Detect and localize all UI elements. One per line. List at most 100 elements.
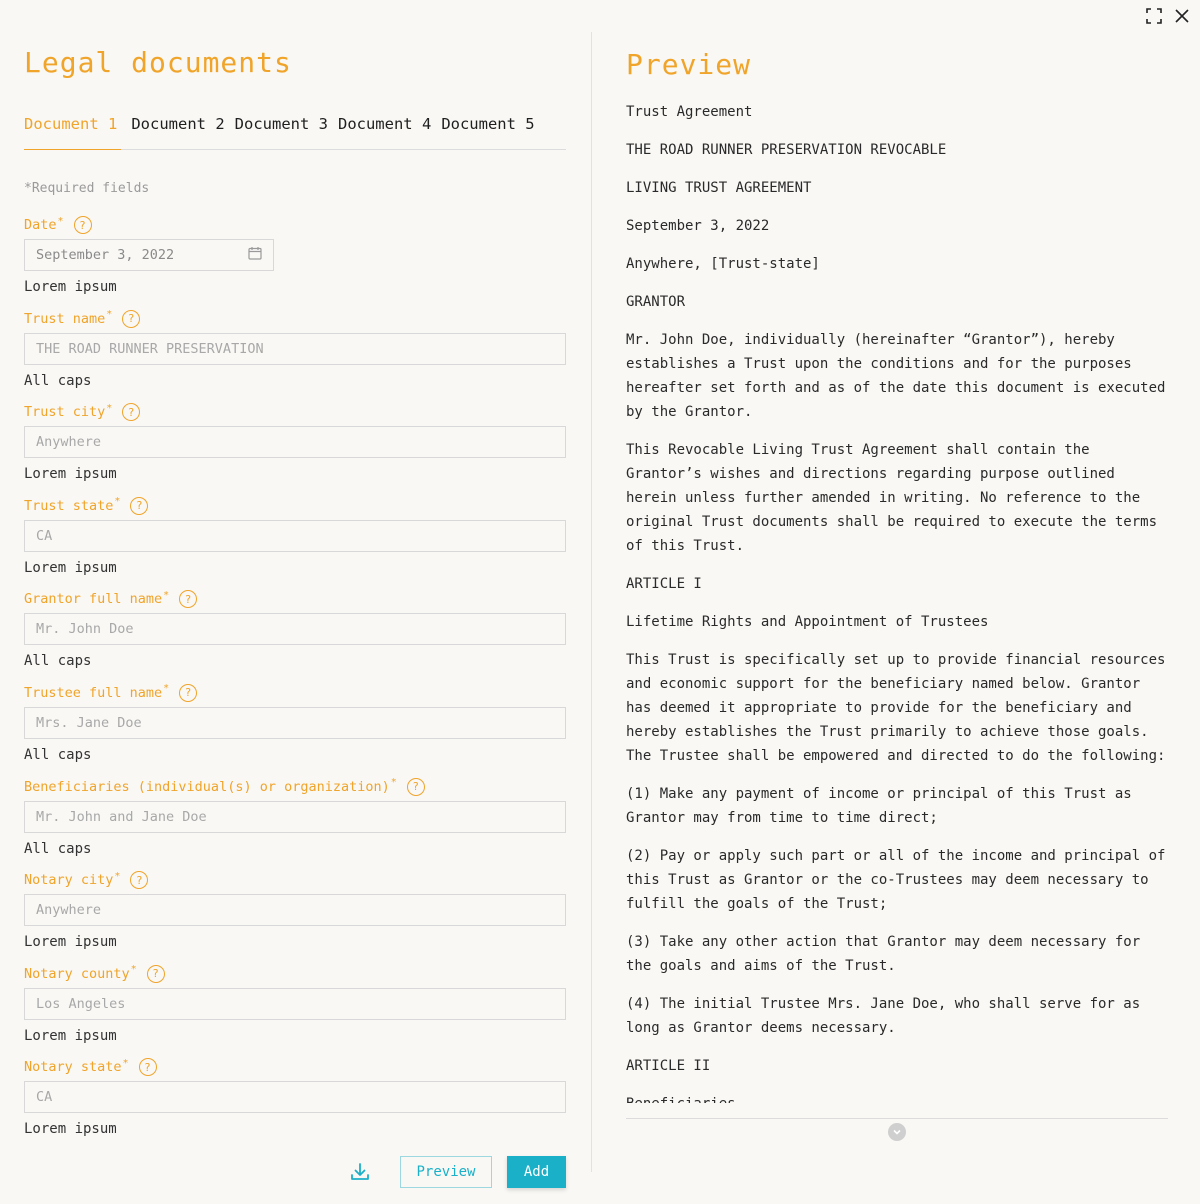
field-trust-state: Trust state* ? Lorem ipsum xyxy=(24,496,566,590)
tab-document-5[interactable]: Document 5 xyxy=(441,110,534,150)
doc-paragraph: This Revocable Living Trust Agreement sh… xyxy=(626,442,1158,554)
help-icon[interactable]: ? xyxy=(146,964,165,983)
doc-paragraph: (3) Take any other action that Grantor m… xyxy=(626,934,1141,974)
field-hint: Lorem ipsum xyxy=(24,559,117,576)
doc-line: LIVING TRUST AGREEMENT xyxy=(626,180,812,196)
field-notary-city: Notary city* ? Lorem ipsum xyxy=(24,870,566,964)
required-star: * xyxy=(57,215,64,227)
field-label: Trust name xyxy=(24,310,106,327)
input-wrapper xyxy=(24,987,566,1020)
doc-location: Anywhere, [Trust-state] xyxy=(626,256,820,272)
trust-name-input[interactable] xyxy=(36,340,554,357)
field-hint: Lorem ipsum xyxy=(24,934,117,951)
help-icon[interactable]: ? xyxy=(130,871,149,890)
trustee-name-input[interactable] xyxy=(36,714,554,731)
preview-panel: Preview Trust Agreement THE ROAD RUNNER … xyxy=(626,0,1168,1204)
panel-divider xyxy=(591,32,592,1172)
required-star: * xyxy=(106,309,113,321)
help-icon[interactable]: ? xyxy=(179,683,198,702)
field-label: Beneficiaries (individual(s) or organiza… xyxy=(24,778,390,795)
required-star: * xyxy=(163,683,170,695)
tab-document-2[interactable]: Document 2 xyxy=(131,110,224,150)
field-hint: Lorem ipsum xyxy=(24,1121,117,1138)
field-label: Trust city xyxy=(24,404,106,421)
doc-paragraph: This Trust is specifically set up to pro… xyxy=(626,652,1166,764)
date-input[interactable] xyxy=(36,247,248,263)
field-date: Date* ? Lorem ipsum xyxy=(24,215,566,309)
required-star: * xyxy=(114,496,121,508)
field-hint: Lorem ipsum xyxy=(24,466,117,483)
doc-subheading: Lifetime Rights and Appointment of Trust… xyxy=(626,614,989,630)
field-label: Trustee full name xyxy=(24,684,163,701)
input-wrapper xyxy=(24,894,566,927)
field-trust-name: Trust name* ? All caps xyxy=(24,309,566,403)
calendar-icon[interactable] xyxy=(248,246,262,264)
field-label: Notary county xyxy=(24,965,130,982)
field-hint: Lorem ipsum xyxy=(24,279,117,295)
help-icon[interactable]: ? xyxy=(122,403,141,422)
notary-state-input[interactable] xyxy=(36,1089,554,1106)
field-hint: All caps xyxy=(24,746,92,763)
field-trustee-full-name: Trustee full name* ? All caps xyxy=(24,683,566,777)
required-fields-note: *Required fields xyxy=(24,181,150,196)
doc-paragraph: (4) The initial Trustee Mrs. Jane Doe, w… xyxy=(626,996,1141,1036)
help-icon[interactable]: ? xyxy=(130,496,149,515)
input-wrapper xyxy=(24,426,566,459)
field-label: Date xyxy=(24,217,57,233)
field-label: Notary city xyxy=(24,872,114,889)
trust-city-input[interactable] xyxy=(36,434,554,451)
help-icon[interactable]: ? xyxy=(179,590,198,609)
tab-document-1[interactable]: Document 1 xyxy=(24,110,122,150)
document-tabs: Document 1 Document 2 Document 3 Documen… xyxy=(24,110,566,150)
scroll-down-icon[interactable] xyxy=(888,1123,906,1141)
document-preview[interactable]: Trust Agreement THE ROAD RUNNER PRESERVA… xyxy=(626,100,1168,1103)
preview-button[interactable]: Preview xyxy=(400,1156,492,1188)
notary-city-input[interactable] xyxy=(36,902,554,919)
field-hint: All caps xyxy=(24,372,92,389)
doc-section-heading: ARTICLE I xyxy=(626,576,702,592)
field-label: Trust state xyxy=(24,497,114,514)
required-star: * xyxy=(106,402,113,414)
doc-heading: Trust Agreement xyxy=(626,104,753,120)
doc-line: THE ROAD RUNNER PRESERVATION REVOCABLE xyxy=(626,142,947,158)
help-icon[interactable]: ? xyxy=(122,309,141,328)
field-label: Grantor full name xyxy=(24,591,163,608)
field-hint: All caps xyxy=(24,653,92,670)
form-actions: Preview Add xyxy=(24,1156,566,1188)
beneficiaries-input[interactable] xyxy=(36,808,554,825)
page-title: Legal documents xyxy=(24,46,292,79)
trust-state-input[interactable] xyxy=(36,527,554,544)
field-notary-county: Notary county* ? Lorem ipsum xyxy=(24,964,566,1058)
field-grantor-full-name: Grantor full name* ? All caps xyxy=(24,589,566,683)
form-fields: Date* ? Lorem ipsum Trust name* ? All ca… xyxy=(24,215,566,1151)
close-icon[interactable] xyxy=(1172,6,1192,26)
input-wrapper xyxy=(24,519,566,552)
required-star: * xyxy=(130,964,137,976)
field-label: Notary state xyxy=(24,1059,122,1076)
required-star: * xyxy=(163,589,170,601)
preview-footer xyxy=(626,1118,1168,1141)
required-star: * xyxy=(122,1057,129,1069)
notary-county-input[interactable] xyxy=(36,995,554,1012)
grantor-name-input[interactable] xyxy=(36,621,554,638)
add-button[interactable]: Add xyxy=(507,1156,566,1188)
required-star: * xyxy=(390,777,397,789)
preview-title: Preview xyxy=(626,48,752,81)
doc-subheading: Beneficiaries xyxy=(626,1092,1168,1103)
tab-document-3[interactable]: Document 3 xyxy=(235,110,328,150)
required-star: * xyxy=(114,870,121,882)
doc-paragraph: Mr. John Doe, individually (hereinafter … xyxy=(626,332,1166,420)
field-hint: Lorem ipsum xyxy=(24,1027,117,1044)
input-wrapper xyxy=(24,613,566,646)
download-icon[interactable] xyxy=(348,1160,372,1184)
help-icon[interactable]: ? xyxy=(406,777,425,796)
help-icon[interactable]: ? xyxy=(73,216,92,234)
tab-document-4[interactable]: Document 4 xyxy=(338,110,431,150)
help-icon[interactable]: ? xyxy=(138,1058,157,1077)
field-notary-state: Notary state* ? Lorem ipsum xyxy=(24,1057,566,1151)
doc-section-heading: ARTICLE II xyxy=(626,1058,711,1074)
form-panel: Legal documents Document 1 Document 2 Do… xyxy=(24,0,566,1204)
date-picker[interactable] xyxy=(24,239,274,271)
input-wrapper xyxy=(24,706,566,739)
input-wrapper xyxy=(24,332,566,365)
